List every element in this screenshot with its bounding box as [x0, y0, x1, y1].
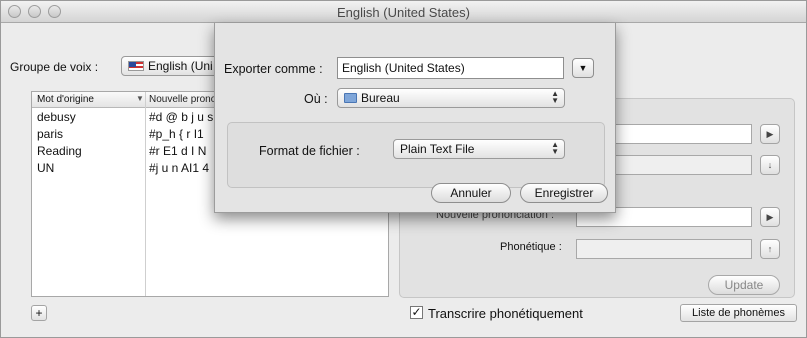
format-options-box: Format de fichier : Plain Text File ▲ ▼	[227, 122, 605, 188]
export-name-field[interactable]: English (United States)	[337, 57, 564, 79]
title-bar: English (United States)	[1, 1, 806, 23]
voice-group-label: Groupe de voix :	[10, 60, 99, 74]
app-window: English (United States) Groupe de voix :…	[0, 0, 807, 338]
popup-stepper-icon: ▲ ▼	[551, 140, 559, 156]
file-format-label: Format de fichier :	[259, 144, 360, 158]
column-header-original-word[interactable]: Mot d'origine	[37, 94, 94, 105]
file-format-popup[interactable]: Plain Text File ▲ ▼	[393, 139, 565, 159]
update-button[interactable]: Update	[708, 275, 780, 295]
row-word: debusy	[37, 110, 76, 124]
row-pronunciation: #p_h { r I1	[149, 127, 204, 141]
cancel-button[interactable]: Annuler	[431, 183, 511, 203]
row-pronunciation: #d @ b j u s	[149, 110, 214, 124]
export-sheet: Exporter comme : English (United States)…	[214, 23, 616, 213]
row-word: paris	[37, 127, 64, 141]
sort-arrow-icon: ▼	[136, 94, 144, 103]
file-format-value: Plain Text File	[400, 142, 475, 156]
new-phonetic-field[interactable]	[576, 239, 752, 259]
play-icon[interactable]: ▶	[760, 124, 780, 144]
where-value: Bureau	[361, 91, 400, 105]
folder-icon	[344, 93, 357, 103]
phonetic-label: Phonétique :	[500, 241, 562, 253]
where-popup[interactable]: Bureau ▲ ▼	[337, 88, 565, 108]
transcribe-label[interactable]: Transcrire phonétiquement	[428, 306, 583, 321]
row-word: UN	[37, 161, 55, 175]
add-entry-button[interactable]: +	[31, 305, 47, 321]
row-word: Reading	[37, 144, 82, 158]
arrow-up-icon[interactable]: ↑	[760, 239, 780, 259]
play-icon[interactable]: ▶	[760, 207, 780, 227]
phonemes-list-button[interactable]: Liste de phonèmes	[680, 304, 797, 322]
voice-group-popup[interactable]: English (Uni	[121, 56, 221, 76]
transcribe-checkbox[interactable]: ✓	[410, 306, 423, 319]
window-title: English (United States)	[337, 5, 470, 20]
row-pronunciation: #r E1 d I N	[149, 144, 207, 158]
export-as-label: Exporter comme :	[224, 62, 323, 76]
voice-group-value: English (Uni	[148, 59, 213, 73]
row-pronunciation: #j u n AI1 4	[149, 161, 210, 175]
where-label: Où :	[304, 92, 328, 106]
chevron-down-icon[interactable]: ▼	[572, 58, 594, 78]
arrow-down-icon[interactable]: ↓	[760, 155, 780, 175]
us-flag-icon	[128, 61, 144, 71]
popup-stepper-icon: ▲ ▼	[551, 89, 559, 105]
save-button[interactable]: Enregistrer	[520, 183, 608, 203]
